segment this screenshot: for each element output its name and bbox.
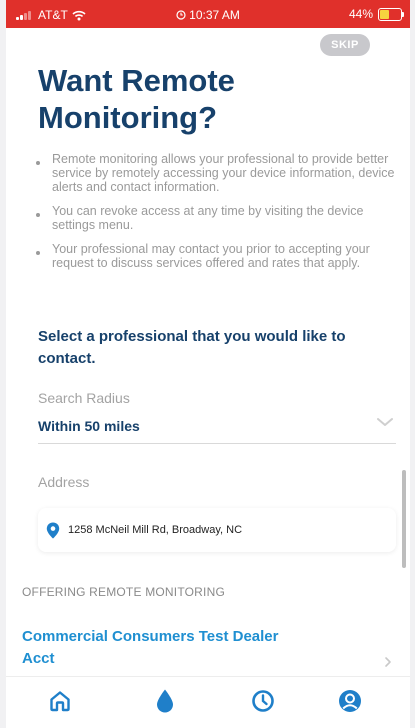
scrollbar-thumb[interactable]: [402, 470, 406, 568]
info-bullet: You can revoke access at any time by vis…: [36, 204, 406, 232]
status-time: 10:37 AM: [189, 8, 240, 22]
address-field[interactable]: 1258 McNeil Mill Rd, Broadway, NC: [38, 508, 396, 552]
battery-status: 44%: [348, 7, 404, 21]
tab-profile[interactable]: [336, 687, 364, 715]
search-radius-select[interactable]: Within 50 miles: [38, 418, 396, 444]
address-value: 1258 McNeil Mill Rd, Broadway, NC: [68, 524, 243, 536]
bullet-dot: [36, 213, 40, 217]
select-professional-heading: Select a professional that you would lik…: [38, 328, 346, 367]
bullet-dot: [36, 251, 40, 255]
profile-icon: [339, 690, 361, 712]
info-bullet: Remote monitoring allows your profession…: [36, 152, 406, 194]
info-bullet-list: Remote monitoring allows your profession…: [36, 152, 406, 280]
info-bullet-text: Remote monitoring allows your profession…: [52, 152, 395, 194]
tab-water[interactable]: [151, 687, 179, 715]
clock-icon: [252, 690, 274, 712]
water-drop-icon: [157, 689, 173, 713]
battery-icon: [378, 7, 404, 21]
skip-button[interactable]: SKIP: [320, 34, 370, 56]
search-radius-label: Search Radius: [38, 390, 130, 406]
address-label: Address: [38, 474, 90, 490]
dealer-list-item[interactable]: Commercial Consumers Test Dealer Acct: [22, 626, 394, 672]
phone-screen: AT&T 10:37 AM 44% SKIP Want Remote Monit…: [6, 0, 410, 728]
info-bullet-text: Your professional may contact you prior …: [52, 242, 370, 270]
tab-home[interactable]: [46, 687, 74, 715]
chevron-down-icon: [377, 418, 393, 426]
info-bullet-text: You can revoke access at any time by vis…: [52, 204, 364, 232]
alarm-icon: [176, 10, 186, 20]
tab-history[interactable]: [249, 687, 277, 715]
info-bullet: Your professional may contact you prior …: [36, 242, 406, 270]
status-bar: AT&T 10:37 AM 44%: [6, 0, 410, 28]
search-radius-value: Within 50 miles: [38, 418, 140, 434]
page-title: Want Remote Monitoring?: [38, 63, 235, 135]
location-pin-icon: [46, 522, 60, 539]
bottom-tab-bar: [6, 676, 410, 728]
home-icon: [50, 691, 70, 712]
battery-percent: 44%: [348, 7, 373, 21]
bullet-dot: [36, 161, 40, 165]
chevron-right-icon: [385, 657, 391, 667]
dealer-name: Commercial Consumers Test Dealer Acct: [22, 628, 279, 667]
offering-remote-monitoring-label: OFFERING REMOTE MONITORING: [22, 585, 225, 599]
